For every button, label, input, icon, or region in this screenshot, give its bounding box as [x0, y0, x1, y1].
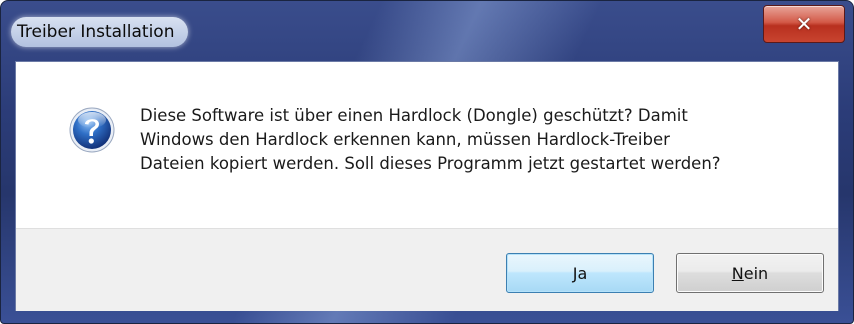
message-line: Windows den Hardlock erkennen kann, müss…: [140, 130, 670, 149]
dialog-client-area: Diese Software ist über einen Hardlock (…: [15, 61, 839, 311]
message-area: Diese Software ist über einen Hardlock (…: [16, 62, 838, 228]
title-bar[interactable]: Treiber Installation ✕: [1, 1, 853, 55]
close-button[interactable]: ✕: [763, 5, 845, 43]
yes-button-label: Ja: [572, 263, 588, 283]
no-button-label: Nein: [732, 264, 768, 283]
title-pill: Treiber Installation: [11, 17, 189, 47]
dialog-window: Treiber Installation ✕ Diese Software is…: [0, 0, 854, 324]
message-line: Dateien kopiert werden. Soll dieses Prog…: [140, 154, 721, 173]
yes-button[interactable]: Ja: [506, 253, 654, 293]
no-button[interactable]: Nein: [676, 253, 824, 293]
no-button-label-rest: ein: [743, 263, 769, 283]
message-text: Diese Software ist über einen Hardlock (…: [140, 104, 820, 176]
window-title: Treiber Installation: [17, 22, 175, 42]
close-icon: ✕: [795, 12, 813, 36]
no-button-mnemonic: N: [731, 263, 744, 283]
message-line: Diese Software ist über einen Hardlock (…: [140, 106, 688, 125]
button-bar: Ja Nein: [16, 228, 838, 311]
question-icon: [69, 107, 115, 153]
